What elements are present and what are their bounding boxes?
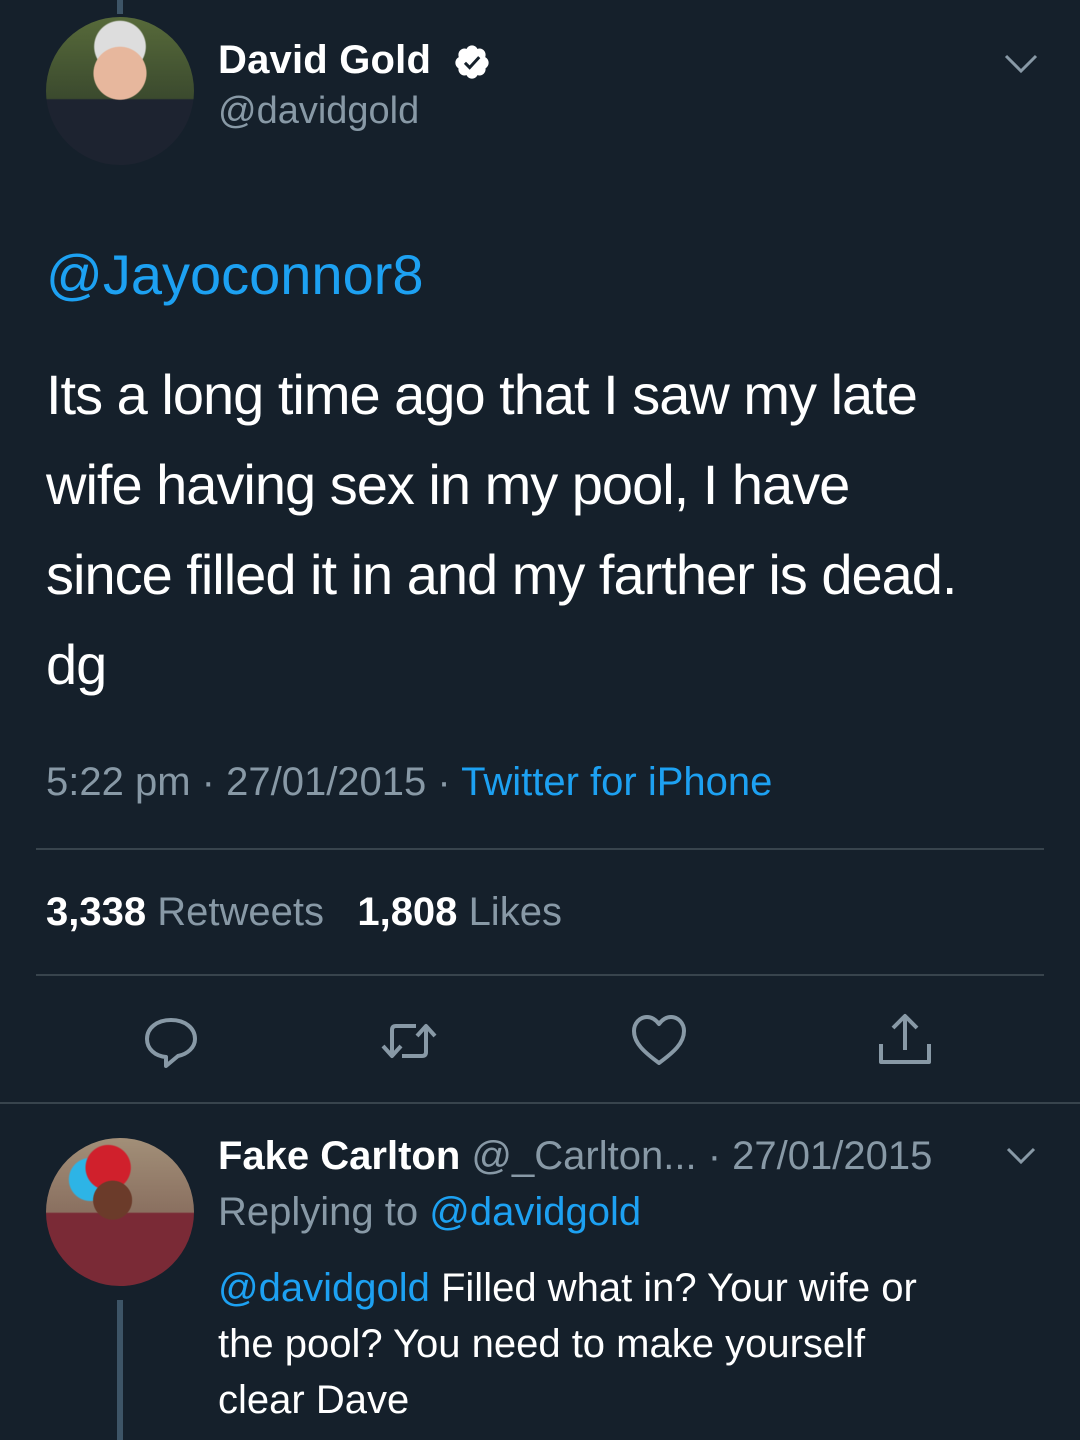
meta-separator: · [201, 760, 227, 804]
tweet-stats: 3,338 Retweets 1,808 Likes [46, 890, 562, 935]
author-handle[interactable]: @davidgold [218, 90, 419, 133]
tweet-date: 27/01/2015 [226, 760, 427, 804]
tweet-text-line: Its a long time ago that I saw my late [46, 363, 918, 426]
replying-to: Replying to @davidgold [218, 1190, 641, 1235]
meta-separator: · [437, 760, 462, 804]
divider [36, 848, 1044, 850]
likes-count: 1,808 [357, 890, 458, 934]
retweets-count: 3,338 [46, 890, 147, 934]
retweets-stat[interactable]: 3,338 Retweets [46, 890, 324, 934]
reply-text-line: clear Dave [218, 1378, 410, 1422]
tweet-source-link[interactable]: Twitter for iPhone [461, 760, 772, 804]
divider [0, 1102, 1080, 1104]
reply-mention-link[interactable]: @davidgold [218, 1266, 430, 1310]
retweets-label: Retweets [157, 890, 324, 934]
reply-text-line: @davidgold Filled what in? Your wife or [218, 1260, 1018, 1316]
thread-line [117, 1300, 123, 1440]
reply-author-handle[interactable]: @_Carlton... [471, 1134, 696, 1178]
replying-to-label: Replying to [218, 1190, 419, 1234]
share-icon[interactable] [876, 1012, 934, 1070]
reply-text-line: the pool? You need to make yourself [218, 1322, 866, 1366]
reply-author-avatar[interactable] [46, 1138, 194, 1286]
tweet-text-line: wife having sex in my pool, I have [46, 453, 850, 516]
reply-date: · 27/01/2015 [707, 1134, 933, 1178]
tweet-mention-link[interactable]: @Jayoconnor8 [46, 242, 424, 307]
tweet-time: 5:22 pm [46, 760, 191, 804]
likes-label: Likes [468, 890, 562, 934]
verified-badge-icon [453, 43, 491, 81]
author-avatar[interactable] [46, 17, 194, 165]
reply-text-segment: Filled what in? Your wife or [440, 1266, 917, 1310]
tweet-text: Its a long time ago that I saw my late w… [46, 350, 1046, 710]
likes-stat[interactable]: 1,808 Likes [357, 890, 562, 934]
chevron-down-icon[interactable] [1004, 1144, 1038, 1168]
replying-to-link[interactable]: @davidgold [429, 1190, 641, 1234]
tweet-text-line: dg [46, 633, 107, 696]
like-icon[interactable] [630, 1012, 688, 1070]
author-name[interactable]: David Gold [218, 38, 431, 83]
retweet-icon[interactable] [380, 1012, 438, 1070]
tweet-text-line: since filled it in and my farther is dea… [46, 543, 957, 606]
tweet-meta: 5:22 pm · 27/01/2015 · Twitter for iPhon… [46, 760, 772, 805]
reply-text: @davidgold Filled what in? Your wife or … [218, 1260, 1018, 1428]
divider [36, 974, 1044, 976]
reply-header: Fake Carlton @_Carlton... · 27/01/2015 [218, 1134, 932, 1179]
chevron-down-icon[interactable] [1002, 50, 1040, 78]
reply-author-name[interactable]: Fake Carlton [218, 1134, 460, 1178]
reply-icon[interactable] [142, 1012, 200, 1070]
thread-line-top [117, 0, 123, 14]
